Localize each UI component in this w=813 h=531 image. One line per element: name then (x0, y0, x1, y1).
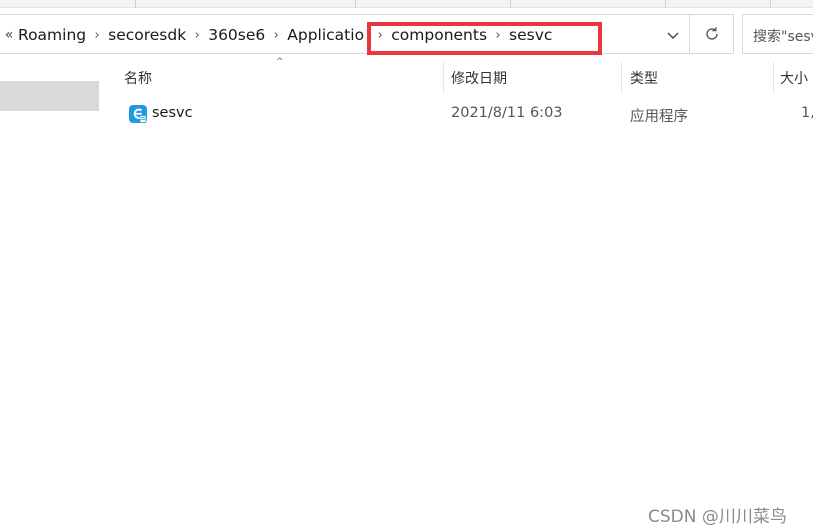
breadcrumb-label: 360se6 (208, 26, 266, 44)
file-name: sesvc (152, 105, 193, 121)
breadcrumb-label: Roaming (18, 26, 87, 44)
sort-ascending-icon: ^ (276, 57, 284, 67)
address-bar-row: « Roaming › secoresdk › 360se6 › Applica… (0, 14, 813, 54)
column-header-modified[interactable]: 修改日期 (451, 62, 507, 94)
refresh-icon (705, 27, 718, 40)
chevron-right-icon[interactable]: › (186, 28, 208, 43)
breadcrumb-item-roaming[interactable]: Roaming (18, 26, 86, 44)
breadcrumb-label: components (391, 26, 488, 44)
ribbon-divider (510, 0, 511, 8)
chevron-right-icon[interactable]: › (265, 28, 287, 43)
refresh-button[interactable] (690, 14, 734, 54)
ribbon-divider (135, 0, 136, 8)
search-input[interactable]: 搜索"sesvc" (742, 14, 813, 54)
breadcrumb-item-application[interactable]: Application (287, 26, 365, 44)
file-size: 1, (801, 105, 813, 121)
column-header-type[interactable]: 类型 (630, 62, 658, 94)
breadcrumb-label: Application (287, 26, 366, 44)
ribbon-divider (355, 0, 356, 8)
ribbon-divider (665, 0, 666, 8)
breadcrumb: « Roaming › secoresdk › 360se6 › Applica… (0, 15, 553, 55)
file-modified-date: 2021/8/11 6:03 (451, 105, 563, 121)
address-bar[interactable]: « Roaming › secoresdk › 360se6 › Applica… (0, 14, 690, 54)
column-headers: ^ 名称 修改日期 类型 大小 (102, 57, 813, 94)
chevron-right-icon[interactable]: › (487, 28, 509, 43)
file-row[interactable]: sesvc 2021/8/11 6:03 应用程序 1, (102, 100, 813, 130)
nav-item-selected[interactable] (0, 81, 99, 111)
ribbon-divider (770, 0, 771, 8)
breadcrumb-item-secoresdk[interactable]: secoresdk (108, 26, 186, 44)
breadcrumb-item-360se6[interactable]: 360se6 (208, 26, 265, 44)
watermark: CSDN @川川菜鸟 (648, 507, 787, 527)
breadcrumb-item-components[interactable]: components (391, 26, 487, 44)
column-divider[interactable] (443, 62, 444, 94)
chevron-right-icon[interactable]: › (86, 28, 108, 43)
navigation-pane (0, 62, 100, 531)
application-icon (129, 105, 147, 123)
address-history-dropdown[interactable] (655, 15, 690, 55)
breadcrumb-label: secoresdk (108, 26, 187, 44)
column-header-name[interactable]: 名称 (124, 62, 152, 94)
ribbon-strip (0, 0, 813, 8)
column-divider[interactable] (621, 62, 622, 94)
chevron-right-icon[interactable]: › (369, 28, 391, 43)
chevron-down-icon (667, 32, 678, 39)
file-type: 应用程序 (630, 109, 688, 125)
column-divider[interactable] (773, 62, 774, 94)
column-header-size[interactable]: 大小 (780, 62, 808, 94)
breadcrumb-label: sesvc (509, 26, 553, 44)
breadcrumb-overflow-button[interactable]: « (0, 27, 18, 43)
breadcrumb-item-sesvc[interactable]: sesvc (509, 26, 552, 44)
